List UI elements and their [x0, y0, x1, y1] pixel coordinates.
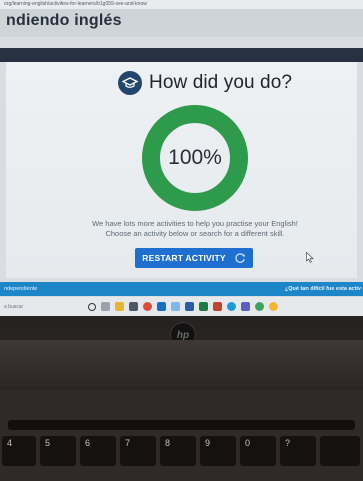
message-line-2: Choose an activity below or search for a…: [105, 229, 285, 238]
key-0[interactable]: 0: [240, 436, 276, 466]
site-nav-band: [0, 48, 363, 62]
search-icon[interactable]: [88, 302, 96, 311]
site-title: ndiendo inglés: [6, 12, 122, 29]
feedback-question[interactable]: ¿Qué tan difícil fue esta activ: [285, 282, 361, 296]
word-icon[interactable]: [185, 302, 194, 311]
laptop-keyboard: 4 5 6 7 8 9 0 ?: [0, 390, 363, 481]
site-header: ndiendo inglés: [0, 9, 363, 37]
mouse-pointer-icon: [306, 252, 314, 263]
taskbar-search[interactable]: a buscar: [4, 304, 84, 310]
excel-icon[interactable]: [199, 302, 208, 311]
graduation-cap-icon: [118, 71, 142, 95]
restart-activity-button[interactable]: RESTART ACTIVITY: [135, 248, 253, 268]
laptop-screen: org/learning-english/activities-for-lear…: [0, 0, 363, 316]
windows-taskbar: a buscar: [0, 297, 363, 316]
photos-icon[interactable]: [171, 302, 180, 311]
key-6[interactable]: 6: [80, 436, 116, 466]
weather-icon[interactable]: [269, 302, 278, 311]
store-icon[interactable]: [129, 302, 138, 311]
result-heading: How did you do?: [149, 72, 293, 93]
key-9[interactable]: 9: [200, 436, 236, 466]
key-7[interactable]: 7: [120, 436, 156, 466]
laptop-hinge: [0, 340, 363, 390]
chrome-icon-2[interactable]: [255, 302, 264, 311]
browser-url[interactable]: org/learning-english/activities-for-lear…: [0, 0, 363, 9]
refresh-icon: [235, 253, 245, 263]
message-line-1: We have lots more activities to help you…: [92, 219, 298, 228]
teams-icon[interactable]: [241, 302, 250, 311]
task-view-icon[interactable]: [101, 302, 110, 311]
edge-icon[interactable]: [227, 302, 236, 311]
key-4[interactable]: 4: [2, 436, 36, 466]
key-5[interactable]: 5: [40, 436, 76, 466]
feedback-bar: ndependiente ¿Qué tan difícil fue esta a…: [0, 282, 363, 296]
taskbar-icons: [88, 302, 278, 311]
file-explorer-icon[interactable]: [115, 302, 124, 311]
score-donut: 100%: [140, 103, 250, 213]
result-message: We have lots more activities to help you…: [40, 219, 350, 239]
footer-left-text: ndependiente: [4, 286, 38, 292]
score-percentage: 100%: [168, 146, 222, 169]
powerpoint-icon[interactable]: [213, 302, 222, 311]
outlook-icon[interactable]: [157, 302, 166, 311]
key-8[interactable]: 8: [160, 436, 196, 466]
restart-activity-label: RESTART ACTIVITY: [142, 253, 226, 263]
chrome-icon[interactable]: [143, 302, 152, 311]
key-extra[interactable]: [320, 436, 360, 466]
result-header: How did you do?: [118, 70, 292, 96]
function-key-row: [8, 420, 355, 430]
key-question[interactable]: ?: [280, 436, 316, 466]
